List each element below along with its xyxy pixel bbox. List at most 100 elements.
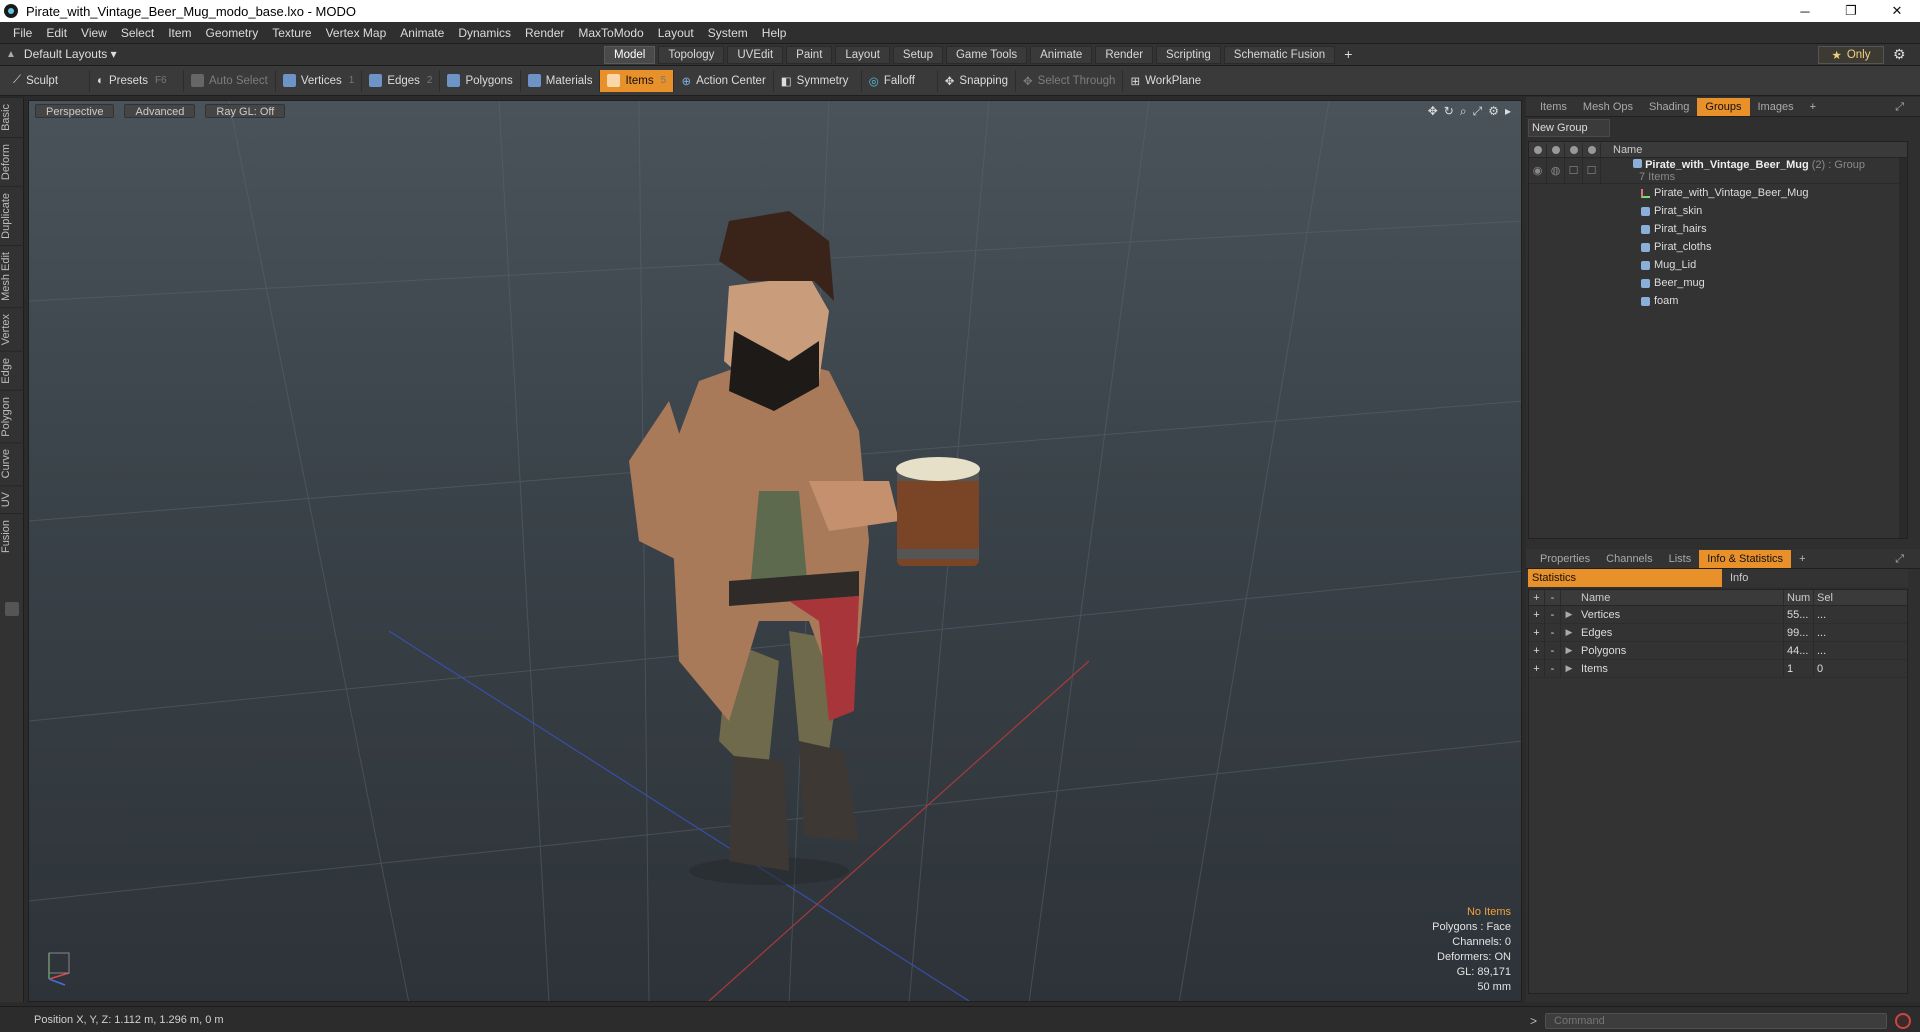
menu-select[interactable]: Select [114, 26, 161, 40]
expand-bottom-panel-icon[interactable]: ⤢ [1887, 550, 1912, 568]
tab-images[interactable]: Images [1750, 98, 1802, 116]
list-item[interactable]: foam [1529, 292, 1907, 310]
tab-polygon[interactable]: Polygon [0, 389, 24, 443]
record-icon[interactable] [1895, 1013, 1912, 1029]
tab-animate[interactable]: Animate [1030, 46, 1093, 64]
pan-icon[interactable]: ✥ [1428, 104, 1438, 119]
zoom-icon[interactable]: ⌕ [1460, 104, 1467, 119]
command-input[interactable] [1545, 1013, 1888, 1029]
expand-arrow-icon[interactable]: ▶ [1561, 606, 1577, 623]
lock-icon[interactable]: ☐ [1565, 158, 1583, 183]
tab-items[interactable]: Items [1532, 98, 1575, 116]
tab-duplicate[interactable]: Duplicate [0, 185, 24, 245]
gear-icon[interactable]: ⚙ [1893, 46, 1906, 63]
tab-game-tools[interactable]: Game Tools [945, 46, 1028, 64]
tab-properties[interactable]: Properties [1532, 550, 1598, 568]
falloff-button[interactable]: ◎ Falloff [862, 69, 938, 92]
snapping-button[interactable]: ✥ Snapping [938, 69, 1017, 92]
tab-lists[interactable]: Lists [1661, 550, 1700, 568]
menu-layout[interactable]: Layout [651, 26, 701, 40]
maximize-button[interactable]: ❐ [1828, 0, 1874, 22]
tab-mesh-ops[interactable]: Mesh Ops [1575, 98, 1641, 116]
new-group-button[interactable]: New Group [1528, 119, 1610, 137]
add-tab-button[interactable]: + [1338, 46, 1358, 64]
tab-uv[interactable]: UV [0, 484, 24, 514]
tab-shading[interactable]: Shading [1641, 98, 1697, 116]
tab-uvedit[interactable]: UVEdit [727, 46, 784, 64]
tab-channels[interactable]: Channels [1598, 550, 1660, 568]
tab-info-statistics[interactable]: Info & Statistics [1699, 549, 1792, 568]
view-mode-button[interactable]: Perspective [35, 104, 115, 118]
expand-panel-icon[interactable]: ⤢ [1887, 98, 1912, 116]
group-row[interactable]: ◉ ◍ ☐ ☐ Pirate_with_Vintage_Beer_Mug (2) : … [1529, 158, 1907, 184]
select-icon[interactable]: ☐ [1583, 158, 1601, 183]
tab-mesh-edit[interactable]: Mesh Edit [0, 244, 24, 307]
viewport-gear-icon[interactable]: ⚙ [1488, 104, 1499, 119]
symmetry-button[interactable]: ◧ Symmetry [774, 69, 862, 92]
add-selection-icon[interactable]: + [1529, 642, 1545, 659]
rotate-icon[interactable]: ↻ [1444, 104, 1454, 119]
list-item[interactable]: Pirat_hairs [1529, 220, 1907, 238]
viewport-menu-arrow-icon[interactable]: ▸ [1505, 104, 1511, 119]
tab-statistics[interactable]: Statistics [1528, 569, 1722, 587]
table-row[interactable]: + - ▶ Items 1 0 [1529, 660, 1907, 678]
list-item[interactable]: Beer_mug [1529, 274, 1907, 292]
pin-icon[interactable]: ▲ [6, 49, 16, 60]
vertices-button[interactable]: Vertices 1 [276, 69, 363, 92]
3d-viewport[interactable]: Perspective Advanced Ray GL: Off ✥ ↻ ⌕ ⤢… [28, 100, 1522, 1002]
list-item[interactable]: Mug_Lid [1529, 256, 1907, 274]
menu-render[interactable]: Render [518, 26, 571, 40]
add-bottom-tab-button[interactable]: + [1791, 550, 1813, 568]
tab-render[interactable]: Render [1095, 46, 1154, 64]
table-row[interactable]: + - ▶ Polygons 44... ... [1529, 642, 1907, 660]
menu-animate[interactable]: Animate [393, 26, 451, 40]
tab-basic[interactable]: Basic [0, 97, 24, 137]
shading-mode-button[interactable]: Advanced [124, 104, 196, 118]
tab-model[interactable]: Model [604, 46, 656, 64]
tab-groups[interactable]: Groups [1697, 97, 1750, 116]
menu-dynamics[interactable]: Dynamics [451, 26, 518, 40]
add-panel-tab-button[interactable]: + [1802, 98, 1824, 116]
remove-selection-icon[interactable]: - [1545, 660, 1561, 677]
tab-curve[interactable]: Curve [0, 442, 24, 485]
tab-setup[interactable]: Setup [892, 46, 943, 64]
add-selection-icon[interactable]: + [1529, 660, 1545, 677]
list-item[interactable]: Pirat_skin [1529, 202, 1907, 220]
raygl-button[interactable]: Ray GL: Off [205, 104, 286, 118]
fit-icon[interactable]: ⤢ [1473, 104, 1483, 119]
only-button[interactable]: ★ Only [1818, 46, 1884, 64]
items-button[interactable]: Items 5 [600, 69, 675, 92]
tab-fusion[interactable]: Fusion [0, 513, 24, 560]
tab-info[interactable]: Info [1722, 569, 1908, 587]
menu-file[interactable]: File [6, 26, 39, 40]
close-button[interactable]: ✕ [1874, 0, 1920, 22]
table-row[interactable]: + - ▶ Edges 99... ... [1529, 624, 1907, 642]
materials-button[interactable]: Materials [521, 69, 601, 92]
menu-item[interactable]: Item [161, 26, 198, 40]
menu-texture[interactable]: Texture [265, 26, 318, 40]
add-selection-icon[interactable]: + [1529, 606, 1545, 623]
expand-arrow-icon[interactable]: ▶ [1561, 624, 1577, 641]
tab-paint[interactable]: Paint [786, 46, 833, 64]
expand-arrow-icon[interactable]: ▶ [1561, 642, 1577, 659]
action-center-button[interactable]: ⊕ Action Center [674, 69, 774, 92]
sculpt-button[interactable]: ⟋ Sculpt [6, 69, 90, 92]
tab-topology[interactable]: Topology [658, 46, 725, 64]
select-through-button[interactable]: ✥ Select Through [1016, 69, 1124, 92]
remove-selection-icon[interactable]: - [1545, 606, 1561, 623]
expand-arrow-icon[interactable]: ▶ [1561, 660, 1577, 677]
menu-edit[interactable]: Edit [39, 26, 74, 40]
menu-geometry[interactable]: Geometry [199, 26, 266, 40]
auto-select-button[interactable]: Auto Select [184, 69, 276, 92]
eye-icon[interactable]: ◉ [1529, 158, 1547, 183]
tab-vertex[interactable]: Vertex [0, 306, 24, 351]
edges-button[interactable]: Edges 2 [362, 69, 441, 92]
groups-scrollbar[interactable] [1899, 158, 1907, 538]
menu-vertex-map[interactable]: Vertex Map [319, 26, 394, 40]
minimize-button[interactable]: ─ [1782, 0, 1828, 22]
menu-maxtomodo[interactable]: MaxToModo [571, 26, 650, 40]
list-item[interactable]: Pirat_cloths [1529, 238, 1907, 256]
tab-deform[interactable]: Deform [0, 136, 24, 186]
remove-selection-icon[interactable]: - [1545, 624, 1561, 641]
layout-dropdown[interactable]: ▲ Default Layouts ▾ [6, 47, 117, 61]
